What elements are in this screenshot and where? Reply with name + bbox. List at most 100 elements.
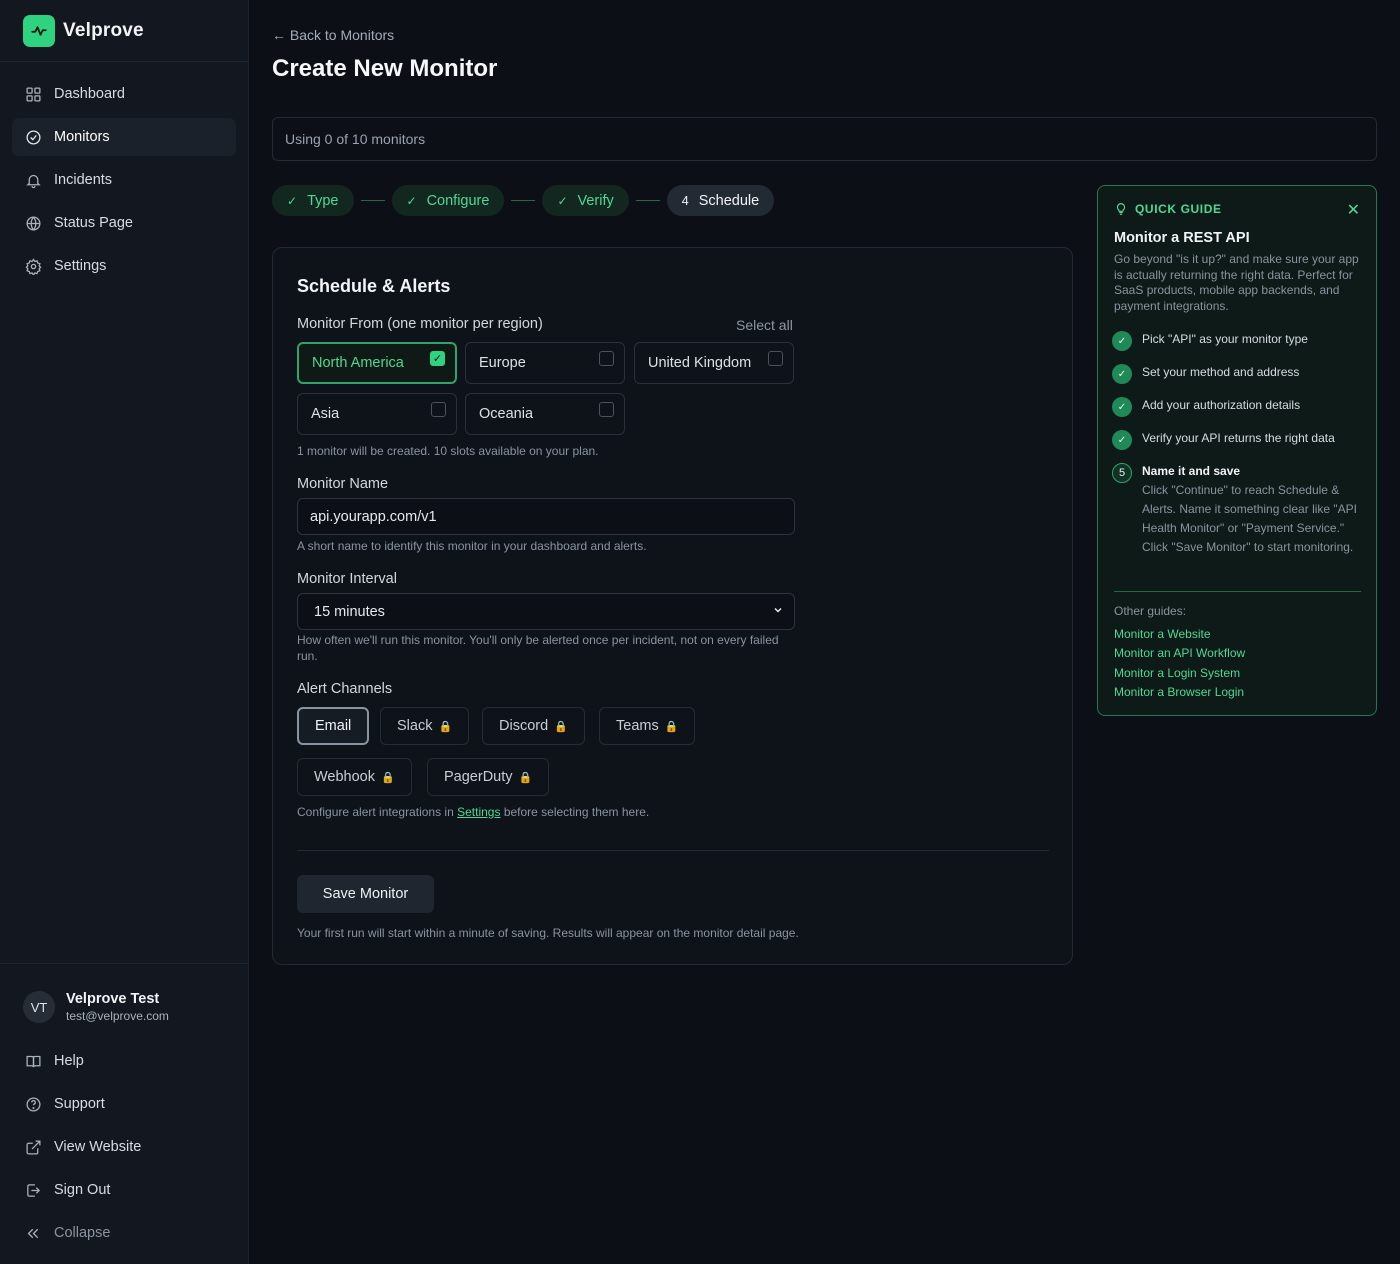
gear-icon	[24, 257, 42, 275]
user-profile[interactable]: VT Velprove Test test@velprove.com	[12, 981, 237, 1033]
guide-link[interactable]: Monitor a Login System	[1114, 666, 1240, 680]
step-connector	[511, 200, 536, 201]
check-icon: ✓	[287, 193, 298, 208]
region-oceania[interactable]: Oceania	[465, 393, 625, 435]
guide-step-text: Add your authorization details	[1142, 398, 1301, 412]
step-verify[interactable]: ✓ Verify	[542, 185, 629, 216]
guide-step: ✓ Verify your API returns the right data	[1112, 430, 1366, 450]
close-icon[interactable]: ✕	[1347, 200, 1360, 220]
nav-item-collapse[interactable]: Collapse	[12, 1214, 237, 1252]
monitor-name-input[interactable]: api.yourapp.com/v1	[297, 498, 795, 535]
step-number: 5	[1112, 463, 1132, 483]
channel-slack[interactable]: Slack 🔒	[380, 707, 470, 745]
channel-label: Discord	[499, 718, 549, 734]
alerts-hint: Configure alert integrations in Settings…	[297, 804, 649, 820]
nav-label: Support	[54, 1096, 105, 1112]
external-link-icon	[24, 1138, 42, 1156]
guide-step-body: Name it and save Click "Continue" to rea…	[1142, 463, 1366, 557]
region-asia[interactable]: Asia	[297, 393, 457, 435]
guide-step-text: Verify your API returns the right data	[1142, 431, 1335, 445]
guide-step: ✓ Set your method and address	[1112, 364, 1366, 384]
book-icon	[24, 1052, 42, 1070]
step-configure[interactable]: ✓ Configure	[391, 185, 505, 216]
nav-item-monitors[interactable]: Monitors	[12, 118, 236, 156]
interval-hint: How often we'll run this monitor. You'll…	[297, 633, 779, 663]
nav-label: Help	[54, 1053, 84, 1069]
usage-banner: Using 0 of 10 monitors	[272, 117, 1377, 161]
channel-webhook[interactable]: Webhook 🔒	[297, 758, 412, 796]
brand[interactable]: Velprove	[0, 0, 248, 62]
channel-label: PagerDuty	[444, 769, 513, 785]
guide-heading-text: QUICK GUIDE	[1135, 202, 1222, 216]
guide-link[interactable]: Monitor an API Workflow	[1114, 646, 1245, 660]
user-name: Velprove Test	[66, 991, 160, 1007]
guide-title: Monitor a REST API	[1114, 230, 1250, 246]
user-email: test@velprove.com	[66, 1009, 169, 1023]
nav-item-view-website[interactable]: View Website	[12, 1128, 237, 1166]
checkbox-checked[interactable]: ✓	[430, 351, 445, 366]
settings-link[interactable]: Settings	[457, 805, 500, 819]
nav-label: Dashboard	[54, 86, 125, 102]
nav-item-incidents[interactable]: Incidents	[12, 161, 236, 199]
sidebar: Velprove Dashboard Monitors Incidents St…	[0, 0, 249, 1264]
check-icon: ✓	[1112, 364, 1132, 384]
save-monitor-button[interactable]: Save Monitor	[297, 875, 434, 913]
schedule-card: Schedule & Alerts Monitor From (one moni…	[272, 247, 1073, 965]
lock-icon: 🔒	[664, 720, 679, 733]
nav-label: Sign Out	[54, 1182, 111, 1198]
checkbox[interactable]	[599, 402, 614, 417]
channel-label: Email	[315, 718, 352, 734]
nav-label: Status Page	[54, 215, 133, 231]
guide-step: ✓ Pick "API" as your monitor type	[1112, 331, 1366, 351]
back-link[interactable]: ← Back to Monitors	[272, 27, 394, 43]
channel-discord[interactable]: Discord 🔒	[482, 707, 585, 745]
check-icon: ✓	[1112, 397, 1132, 417]
nav-item-status-page[interactable]: Status Page	[12, 204, 236, 242]
region-label: Europe	[479, 355, 526, 371]
interval-select[interactable]: 15 minutes	[297, 593, 795, 630]
guide-step-text: Pick "API" as your monitor type	[1142, 332, 1308, 346]
brand-name: Velprove	[63, 19, 144, 41]
channel-pagerduty[interactable]: PagerDuty 🔒	[427, 758, 550, 796]
step-label: Type	[307, 192, 339, 209]
select-all-button[interactable]: Select all	[736, 317, 793, 333]
guide-link[interactable]: Monitor a Browser Login	[1114, 685, 1244, 699]
nav-item-dashboard[interactable]: Dashboard	[12, 75, 236, 113]
nav-label: Monitors	[54, 129, 110, 145]
interval-value: 15 minutes	[314, 603, 385, 620]
check-icon: ✓	[406, 193, 417, 208]
nav-label: Incidents	[54, 172, 113, 188]
nav-item-help[interactable]: Help	[12, 1042, 237, 1080]
activity-icon	[23, 14, 55, 47]
step-label: Schedule	[698, 192, 760, 209]
lightbulb-icon	[1114, 202, 1128, 216]
step-label: Configure	[426, 192, 490, 209]
check-icon: ✓	[557, 193, 568, 208]
step-type[interactable]: ✓ Type	[272, 185, 354, 216]
step-connector	[635, 200, 660, 201]
region-north-america[interactable]: North America ✓	[297, 342, 457, 384]
channel-email[interactable]: Email	[297, 707, 370, 745]
grid-icon	[24, 85, 42, 103]
checkbox[interactable]	[599, 351, 614, 366]
region-europe[interactable]: Europe	[465, 342, 625, 384]
checkbox[interactable]	[431, 402, 446, 417]
step-schedule[interactable]: 4 Schedule	[666, 185, 775, 216]
nav-item-settings[interactable]: Settings	[12, 247, 236, 285]
region-united-kingdom[interactable]: United Kingdom	[634, 342, 794, 384]
guide-step-current: 5 Name it and save Click "Continue" to r…	[1112, 463, 1366, 557]
checkbox[interactable]	[768, 351, 783, 366]
nav-item-support[interactable]: Support	[12, 1085, 237, 1123]
channel-label: Webhook	[314, 769, 375, 785]
sign-out-icon	[24, 1181, 42, 1199]
nav-label: Settings	[54, 258, 107, 274]
channel-teams[interactable]: Teams 🔒	[599, 707, 696, 745]
channel-label: Slack	[397, 718, 433, 734]
guide-link[interactable]: Monitor a Website	[1114, 627, 1211, 641]
nav-item-sign-out[interactable]: Sign Out	[12, 1171, 237, 1209]
guide-step-text: Set your method and address	[1142, 365, 1300, 379]
lock-icon: 🔒	[554, 720, 568, 733]
main-nav: Dashboard Monitors Incidents Status Page…	[0, 62, 248, 285]
step-number: 4	[681, 193, 689, 208]
user-info: Velprove Test test@velprove.com	[66, 991, 169, 1023]
